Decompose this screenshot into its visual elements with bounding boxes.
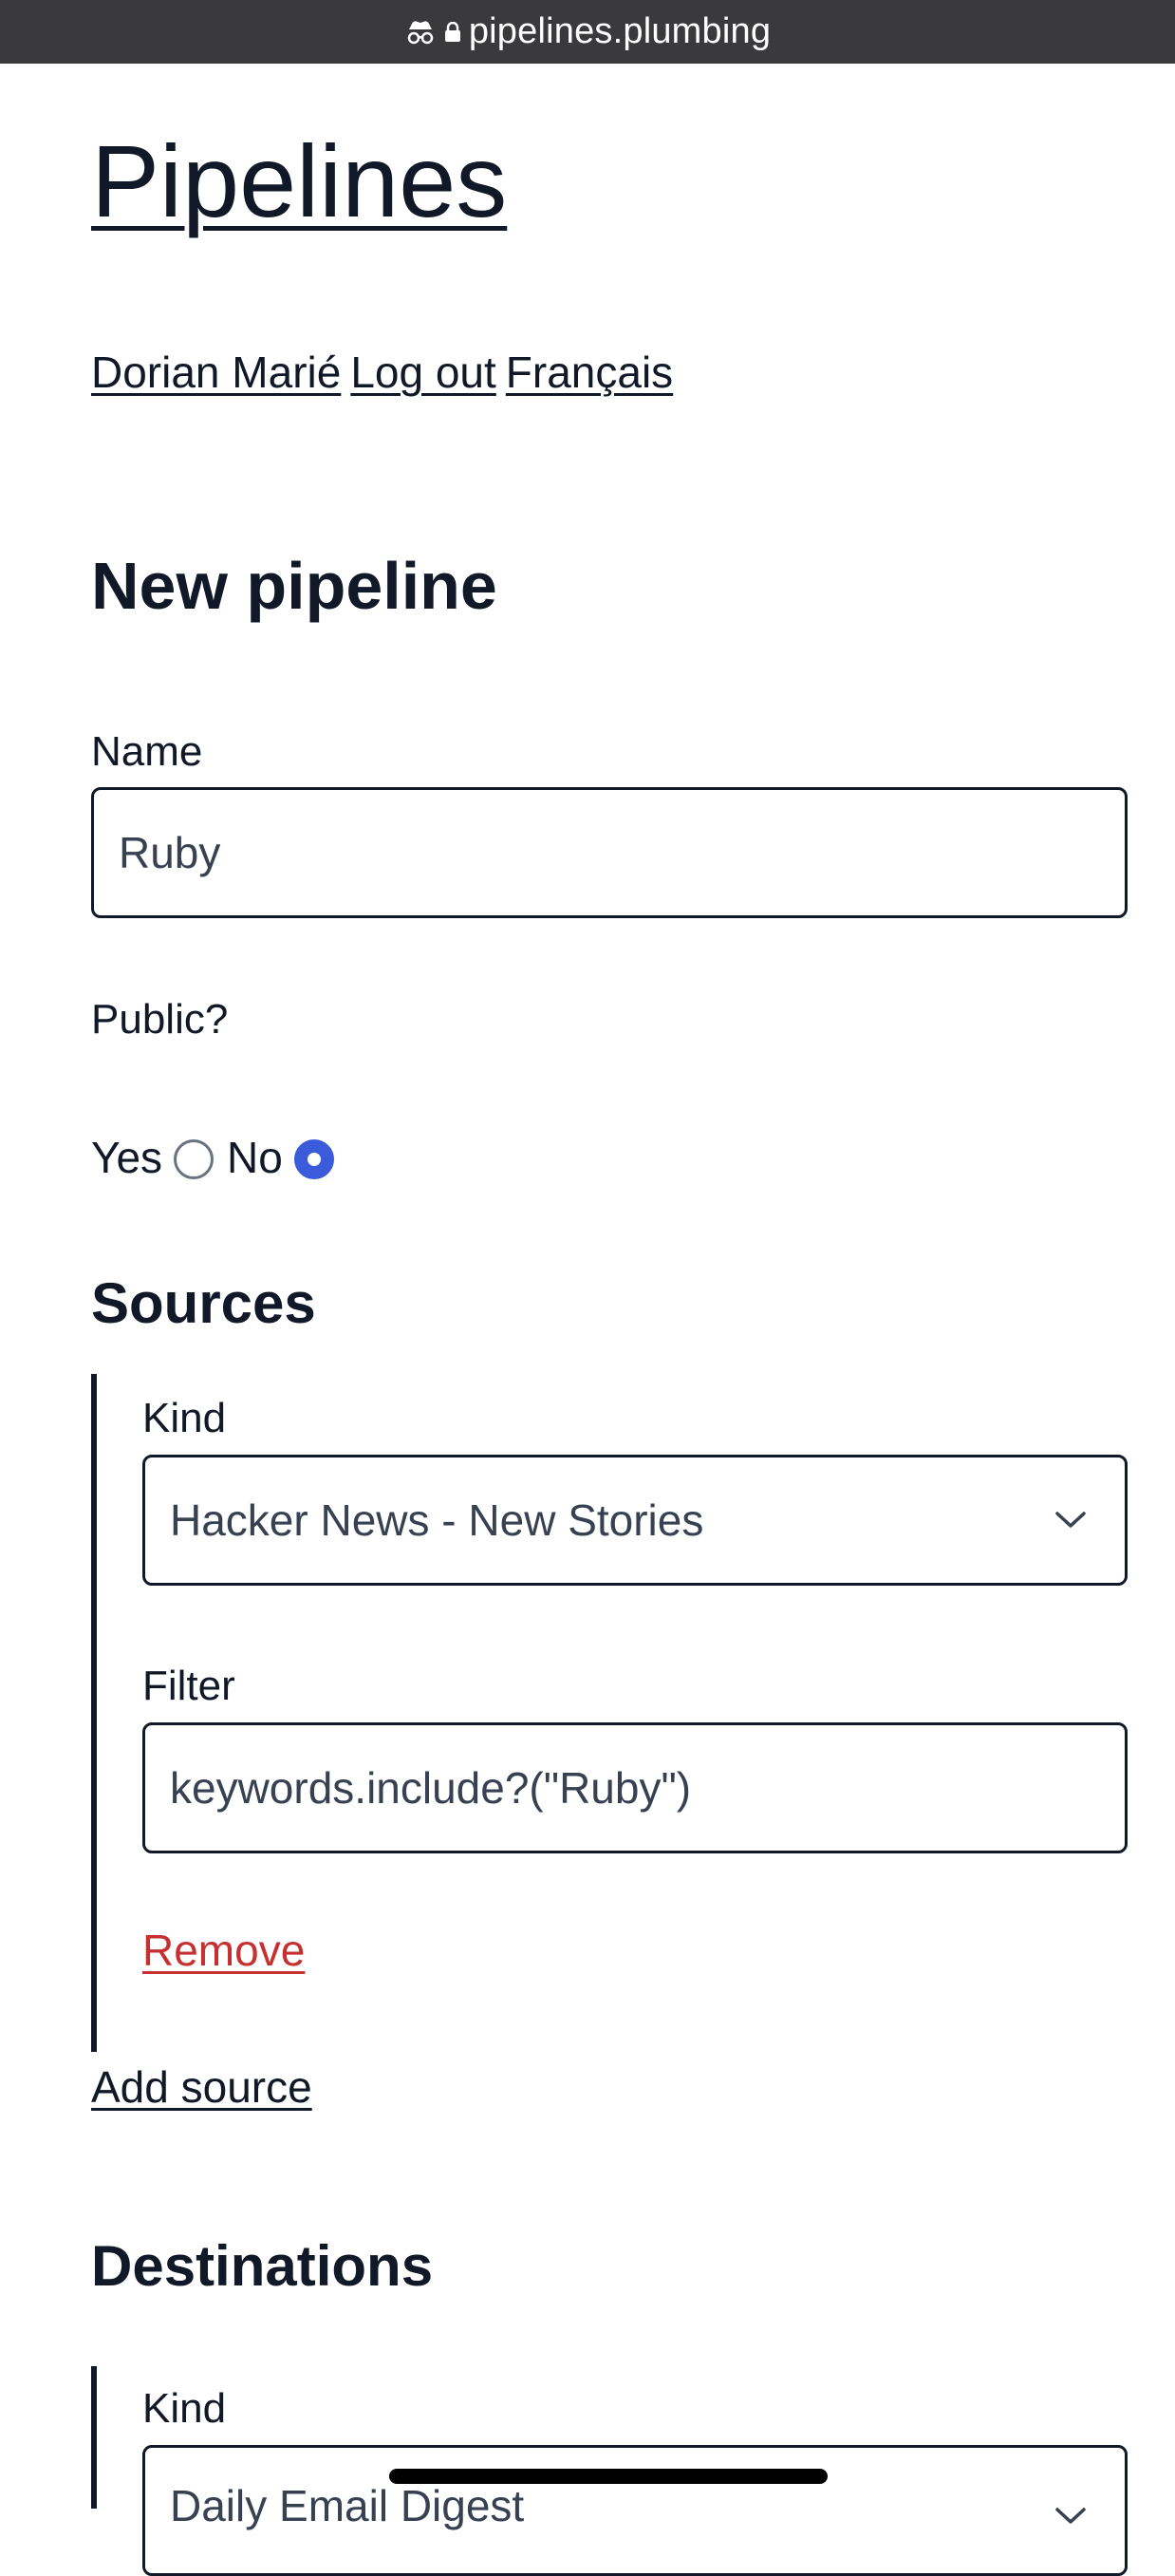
destinations-heading: Destinations (91, 2234, 434, 2298)
public-no-label: No (227, 1133, 283, 1182)
public-yes-radio[interactable] (174, 1139, 214, 1179)
public-no-radio[interactable] (293, 1139, 334, 1179)
lock-icon (444, 21, 460, 42)
site-title-link[interactable]: Pipelines (91, 130, 507, 233)
sources-heading: Sources (91, 1271, 316, 1335)
source-filter-input[interactable]: keywords.include?("Ruby") (142, 1722, 1128, 1853)
add-source-link[interactable]: Add source (91, 2061, 312, 2113)
chevron-down-icon (1055, 2508, 1086, 2524)
name-input-value: Ruby (119, 828, 221, 877)
browser-url-bar[interactable]: pipelines.plumbing (0, 0, 1175, 64)
public-yes-label: Yes (91, 1133, 163, 1182)
incognito-icon (407, 20, 434, 44)
name-label: Name (91, 728, 203, 775)
home-indicator (389, 2469, 828, 2484)
url-text: pipelines.plumbing (468, 11, 772, 51)
page-heading: New pipeline (91, 549, 497, 623)
user-nav: Dorian Marié Log out Français (91, 347, 682, 398)
user-profile-link[interactable]: Dorian Marié (91, 348, 341, 397)
source-fieldset-border (91, 1374, 97, 2052)
chevron-down-icon (1055, 1512, 1086, 1528)
public-radio-group: Yes No (91, 1132, 347, 1183)
public-label: Public? (91, 996, 229, 1043)
source-kind-value: Hacker News - New Stories (170, 1495, 704, 1545)
destination-fieldset-border (91, 2366, 97, 2509)
source-kind-select[interactable]: Hacker News - New Stories (142, 1455, 1128, 1586)
source-kind-label: Kind (142, 1395, 227, 1441)
source-filter-label: Filter (142, 1663, 235, 1709)
remove-source-link[interactable]: Remove (142, 1925, 305, 1976)
destination-kind-select[interactable]: Daily Email Digest (142, 2445, 1128, 2576)
language-link[interactable]: Français (506, 348, 673, 397)
source-filter-value: keywords.include?("Ruby") (170, 1763, 692, 1813)
destination-kind-value: Daily Email Digest (170, 2481, 525, 2530)
logout-link[interactable]: Log out (350, 348, 495, 397)
name-input[interactable]: Ruby (91, 787, 1128, 918)
destination-kind-label: Kind (142, 2385, 227, 2432)
